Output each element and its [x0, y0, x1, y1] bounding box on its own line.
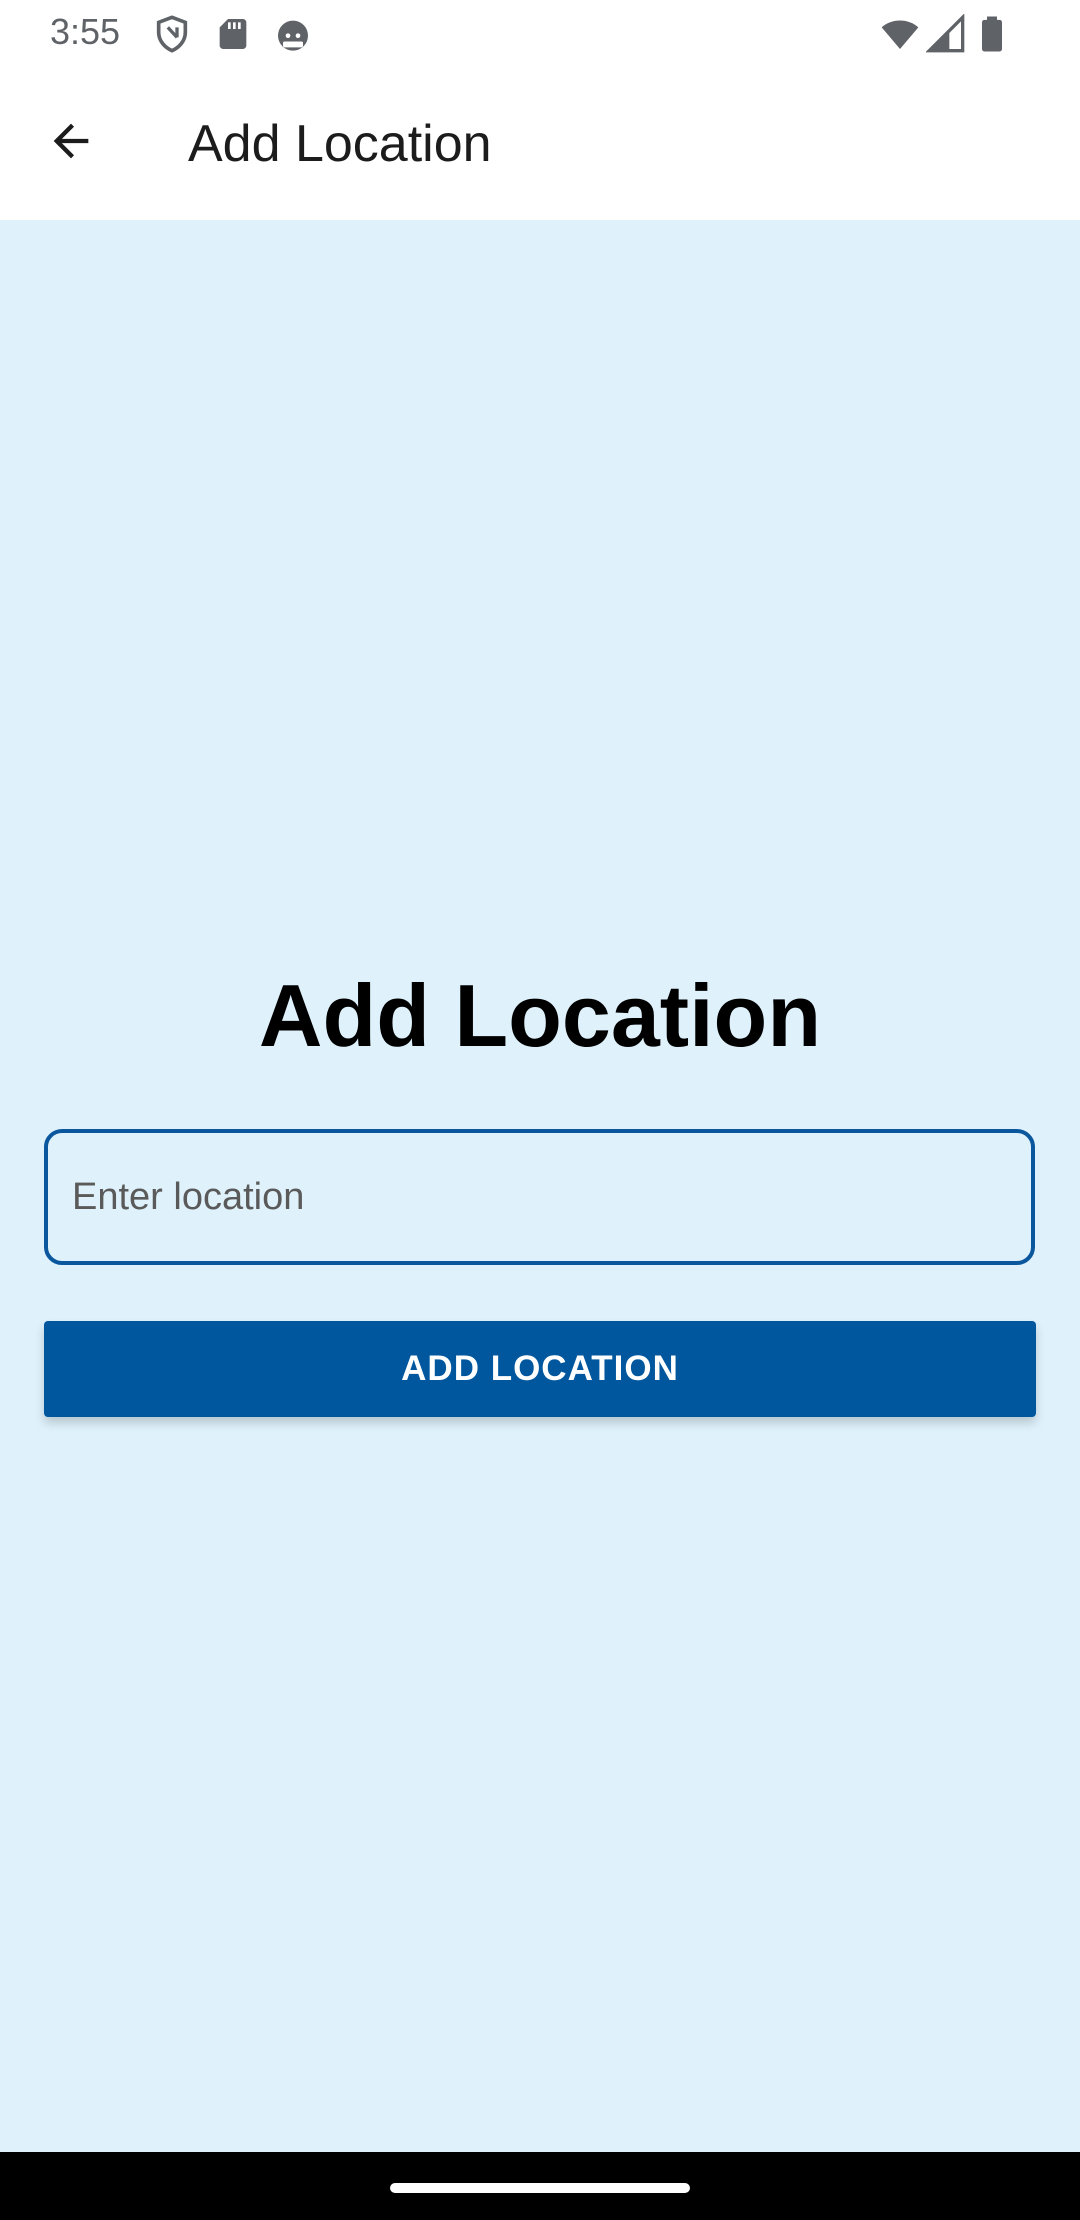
- sd-card-icon: [213, 14, 253, 54]
- android-icon: [273, 14, 313, 54]
- wifi-icon: [880, 14, 920, 54]
- signal-icon: [925, 13, 966, 54]
- home-indicator[interactable]: [390, 2183, 690, 2193]
- status-bar: 3:55: [0, 0, 1080, 66]
- battery-icon: [972, 14, 1012, 54]
- add-location-button[interactable]: ADD LOCATION: [44, 1321, 1036, 1417]
- status-time: 3:55: [50, 11, 121, 52]
- arrow-back-icon: [45, 115, 97, 172]
- page-title: Add Location: [188, 115, 492, 173]
- location-input[interactable]: [44, 1129, 1035, 1265]
- back-button[interactable]: [30, 102, 112, 184]
- main-content: Add Location ADD LOCATION: [0, 220, 1080, 2152]
- app-bar: Add Location: [0, 66, 1080, 220]
- shield-icon: [152, 14, 192, 54]
- navigation-bar: [0, 2152, 1080, 2220]
- heading: Add Location: [258, 966, 822, 1065]
